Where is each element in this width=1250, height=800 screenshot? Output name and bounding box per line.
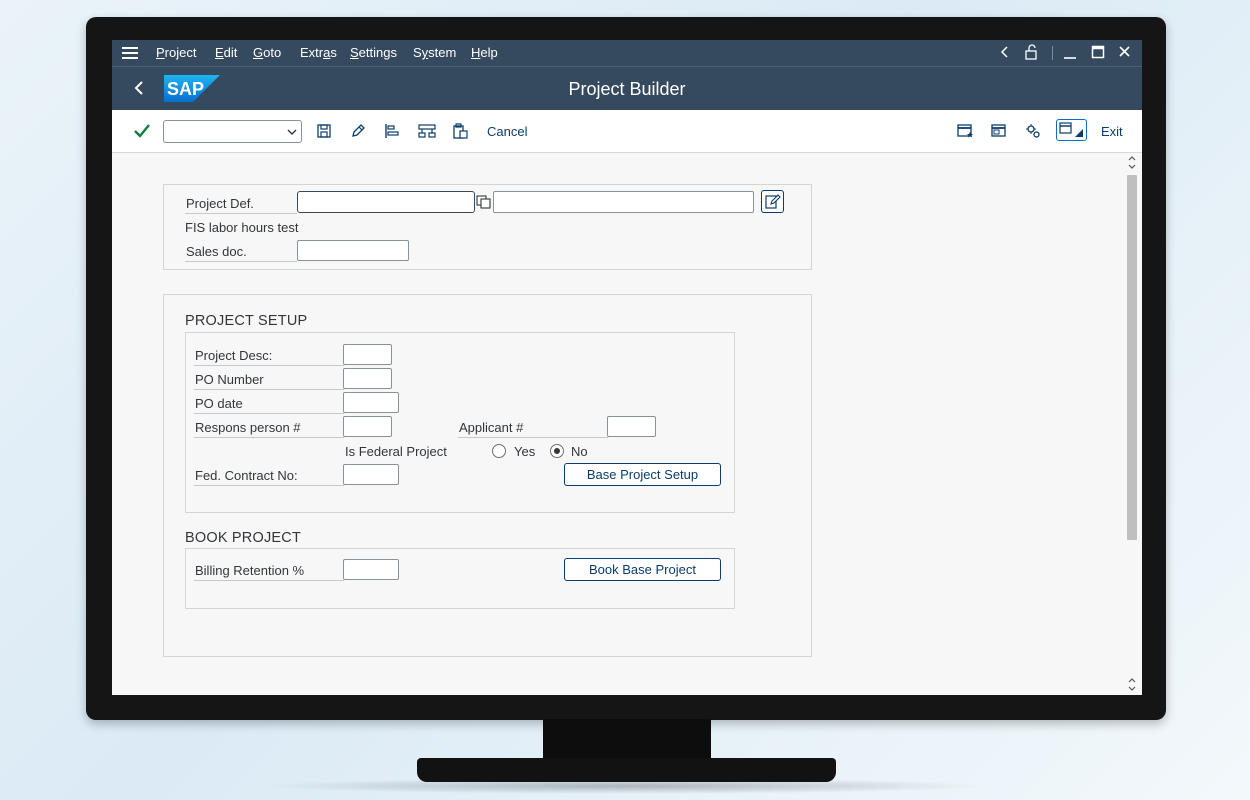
billing-retention-label: Billing Retention %	[194, 561, 344, 581]
project-desc-field[interactable]	[343, 344, 392, 365]
is-federal-label: Is Federal Project	[345, 444, 447, 459]
hierarchy-icon[interactable]	[418, 123, 436, 141]
monitor-stand-base	[417, 758, 836, 782]
vertical-scrollbar[interactable]	[1125, 153, 1142, 695]
main-content: Project Def. FIS labor hours test Sales …	[112, 153, 1125, 695]
applicant-field[interactable]	[607, 416, 656, 437]
edit-text-icon[interactable]	[761, 190, 784, 213]
save-icon[interactable]	[316, 123, 334, 141]
settings-icon[interactable]	[1025, 123, 1043, 141]
cancel-button[interactable]: Cancel	[487, 124, 527, 139]
sap-gui-window: Project Edit Goto Extras Settings System…	[112, 40, 1142, 695]
book-project-title: BOOK PROJECT	[185, 530, 301, 546]
scroll-up-icon[interactable]	[1127, 154, 1137, 172]
menu-item-settings[interactable]: Settings	[350, 45, 397, 60]
applicant-label: Applicant #	[458, 418, 608, 438]
base-project-setup-button[interactable]: Base Project Setup	[564, 463, 721, 486]
project-def-field[interactable]	[297, 191, 475, 213]
project-setup-group: Project Desc: PO Number PO date Respons …	[185, 332, 735, 513]
book-project-group: Billing Retention % Book Base Project	[185, 548, 735, 609]
project-panel: PROJECT SETUP Project Desc: PO Number PO…	[163, 294, 812, 657]
menu-item-extras[interactable]: Extras	[300, 45, 337, 60]
chevron-left-icon[interactable]	[1000, 43, 1010, 64]
project-def-label: Project Def.	[185, 194, 297, 214]
header-panel: Project Def. FIS labor hours test Sales …	[163, 184, 812, 270]
federal-no-radio[interactable]	[550, 444, 564, 458]
close-icon[interactable]	[1118, 43, 1131, 64]
edit-icon[interactable]	[350, 123, 368, 141]
sales-doc-field[interactable]	[297, 240, 409, 261]
menu-item-edit[interactable]: Edit	[215, 45, 237, 60]
align-icon[interactable]	[384, 123, 402, 141]
title-bar: SAP Project Builder	[112, 66, 1142, 110]
hamburger-menu-icon[interactable]	[122, 45, 138, 61]
po-date-label: PO date	[194, 394, 344, 414]
scroll-thumb[interactable]	[1127, 175, 1137, 540]
po-date-field[interactable]	[343, 392, 399, 413]
menu-item-goto[interactable]: Goto	[253, 45, 281, 60]
lock-icon[interactable]	[1024, 43, 1040, 64]
exit-button[interactable]: Exit	[1101, 124, 1123, 139]
federal-no-label: No	[571, 444, 588, 459]
layout-icon[interactable]	[1056, 119, 1087, 141]
minimize-icon[interactable]	[1063, 43, 1077, 64]
project-def-description-field[interactable]	[493, 191, 754, 213]
command-field[interactable]	[163, 120, 302, 143]
po-number-label: PO Number	[194, 370, 344, 390]
fed-contract-label: Fed. Contract No:	[194, 466, 344, 486]
federal-yes-radio[interactable]	[492, 444, 506, 458]
federal-yes-label: Yes	[514, 444, 536, 459]
enter-checkmark-icon[interactable]	[133, 122, 151, 140]
respons-person-label: Respons person #	[194, 418, 344, 438]
project-description-text: FIS labor hours test	[185, 220, 299, 235]
page-title: Project Builder	[568, 79, 686, 99]
menu-bar: Project Edit Goto Extras Settings System…	[112, 40, 1142, 66]
book-base-project-button[interactable]: Book Base Project	[564, 558, 721, 581]
window-icon[interactable]	[991, 123, 1009, 141]
chevron-down-icon[interactable]	[286, 125, 298, 143]
menu-item-help[interactable]: Help	[471, 45, 498, 60]
monitor-stand-neck	[543, 719, 711, 761]
maximize-icon[interactable]	[1091, 43, 1105, 64]
menu-item-project[interactable]: Project	[156, 45, 196, 60]
billing-retention-field[interactable]	[343, 559, 399, 580]
po-number-field[interactable]	[343, 368, 392, 389]
project-desc-label: Project Desc:	[194, 346, 344, 366]
scroll-down-icon[interactable]	[1127, 676, 1137, 694]
clipboard-icon[interactable]	[452, 123, 470, 141]
menu-item-system[interactable]: System	[413, 45, 456, 60]
respons-person-field[interactable]	[343, 416, 392, 437]
application-toolbar: Cancel Exit	[112, 110, 1142, 153]
sales-doc-label: Sales doc.	[185, 242, 297, 262]
fed-contract-field[interactable]	[343, 464, 399, 485]
value-help-icon[interactable]	[475, 193, 493, 211]
favorites-icon[interactable]	[957, 123, 975, 141]
menu-divider	[1052, 46, 1053, 60]
project-setup-title: PROJECT SETUP	[185, 313, 308, 329]
